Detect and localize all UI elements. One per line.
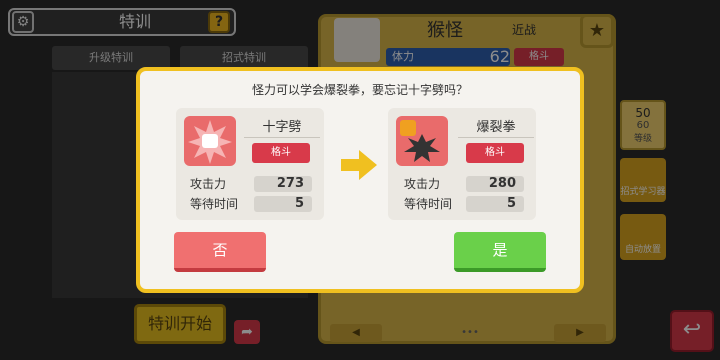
burst-icon <box>188 120 232 164</box>
no-button[interactable]: 否 <box>174 232 266 272</box>
new-move-name: 爆裂拳 <box>458 118 534 138</box>
old-wait-value: 5 <box>254 196 312 212</box>
old-move-icon <box>184 116 236 166</box>
dialog-question: 怪力可以学会爆裂拳，要忘记十字劈吗？ <box>251 83 468 97</box>
arrow-right-icon <box>341 150 377 180</box>
new-wait-value: 5 <box>466 196 524 212</box>
old-move-type: 格斗 <box>252 143 310 163</box>
yes-button[interactable]: 是 <box>454 232 546 272</box>
old-attack-label: 攻击力 <box>190 177 227 191</box>
fist-burst-icon <box>400 120 440 162</box>
new-wait-label: 等待时间 <box>404 197 453 211</box>
new-move-icon <box>396 116 448 166</box>
new-attack-value: 280 <box>466 176 524 192</box>
new-move-type: 格斗 <box>466 143 524 163</box>
old-attack-value: 273 <box>254 176 312 192</box>
old-wait-label: 等待时间 <box>190 197 239 211</box>
new-attack-label: 攻击力 <box>404 177 441 191</box>
old-move-name: 十字劈 <box>244 118 320 138</box>
